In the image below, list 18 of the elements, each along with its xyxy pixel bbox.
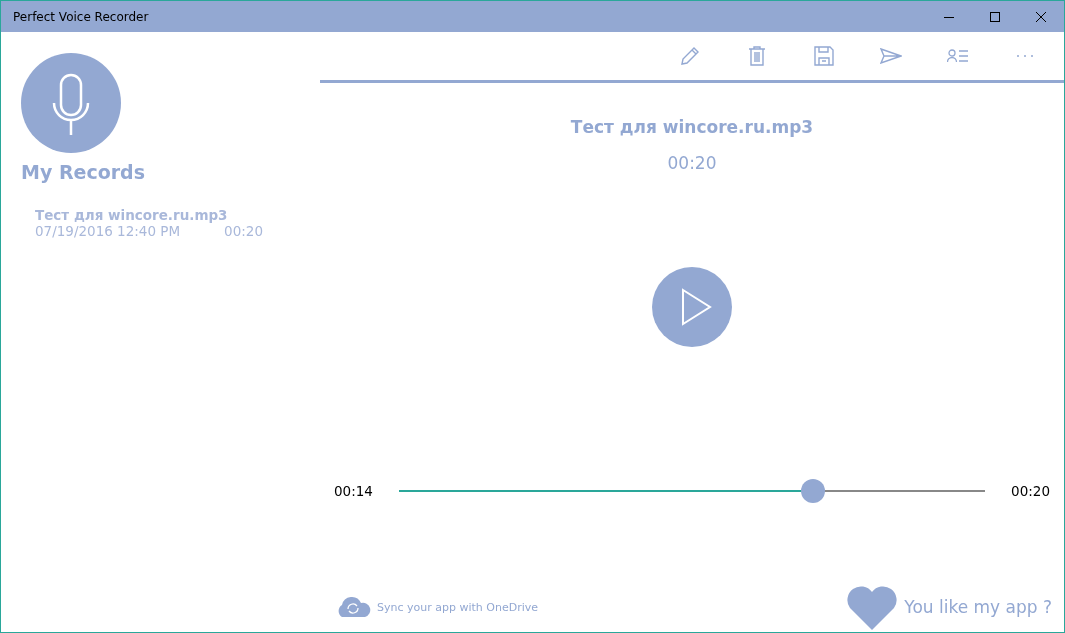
elapsed-time: 00:14 (334, 483, 373, 499)
microphone-icon[interactable] (21, 53, 121, 153)
slider-thumb[interactable] (801, 479, 826, 503)
record-name: Тест для wincore.ru.mp3 (35, 207, 229, 223)
close-icon[interactable] (1036, 11, 1046, 22)
maximize-icon[interactable] (990, 11, 1000, 22)
total-time: 00:20 (1011, 483, 1050, 499)
sync-link[interactable]: Sync your app with OneDrive (377, 600, 538, 614)
record-item[interactable]: Тест для wincore.ru.mp3 07/19/2016 12:40 PM 00:20 (21, 207, 277, 239)
rate-app-link[interactable]: You like my app ? (904, 597, 1052, 617)
heart-icon[interactable] (846, 584, 899, 630)
play-button[interactable] (652, 267, 732, 347)
section-heading: My Records (21, 161, 146, 183)
record-duration: 00:20 (224, 223, 263, 239)
window-title: Perfect Voice Recorder (13, 9, 149, 24)
recording-title: Тест для wincore.ru.mp3 (570, 117, 814, 137)
recording-duration: 00:20 (667, 153, 717, 173)
record-date: 07/19/2016 12:40 PM (35, 223, 181, 239)
